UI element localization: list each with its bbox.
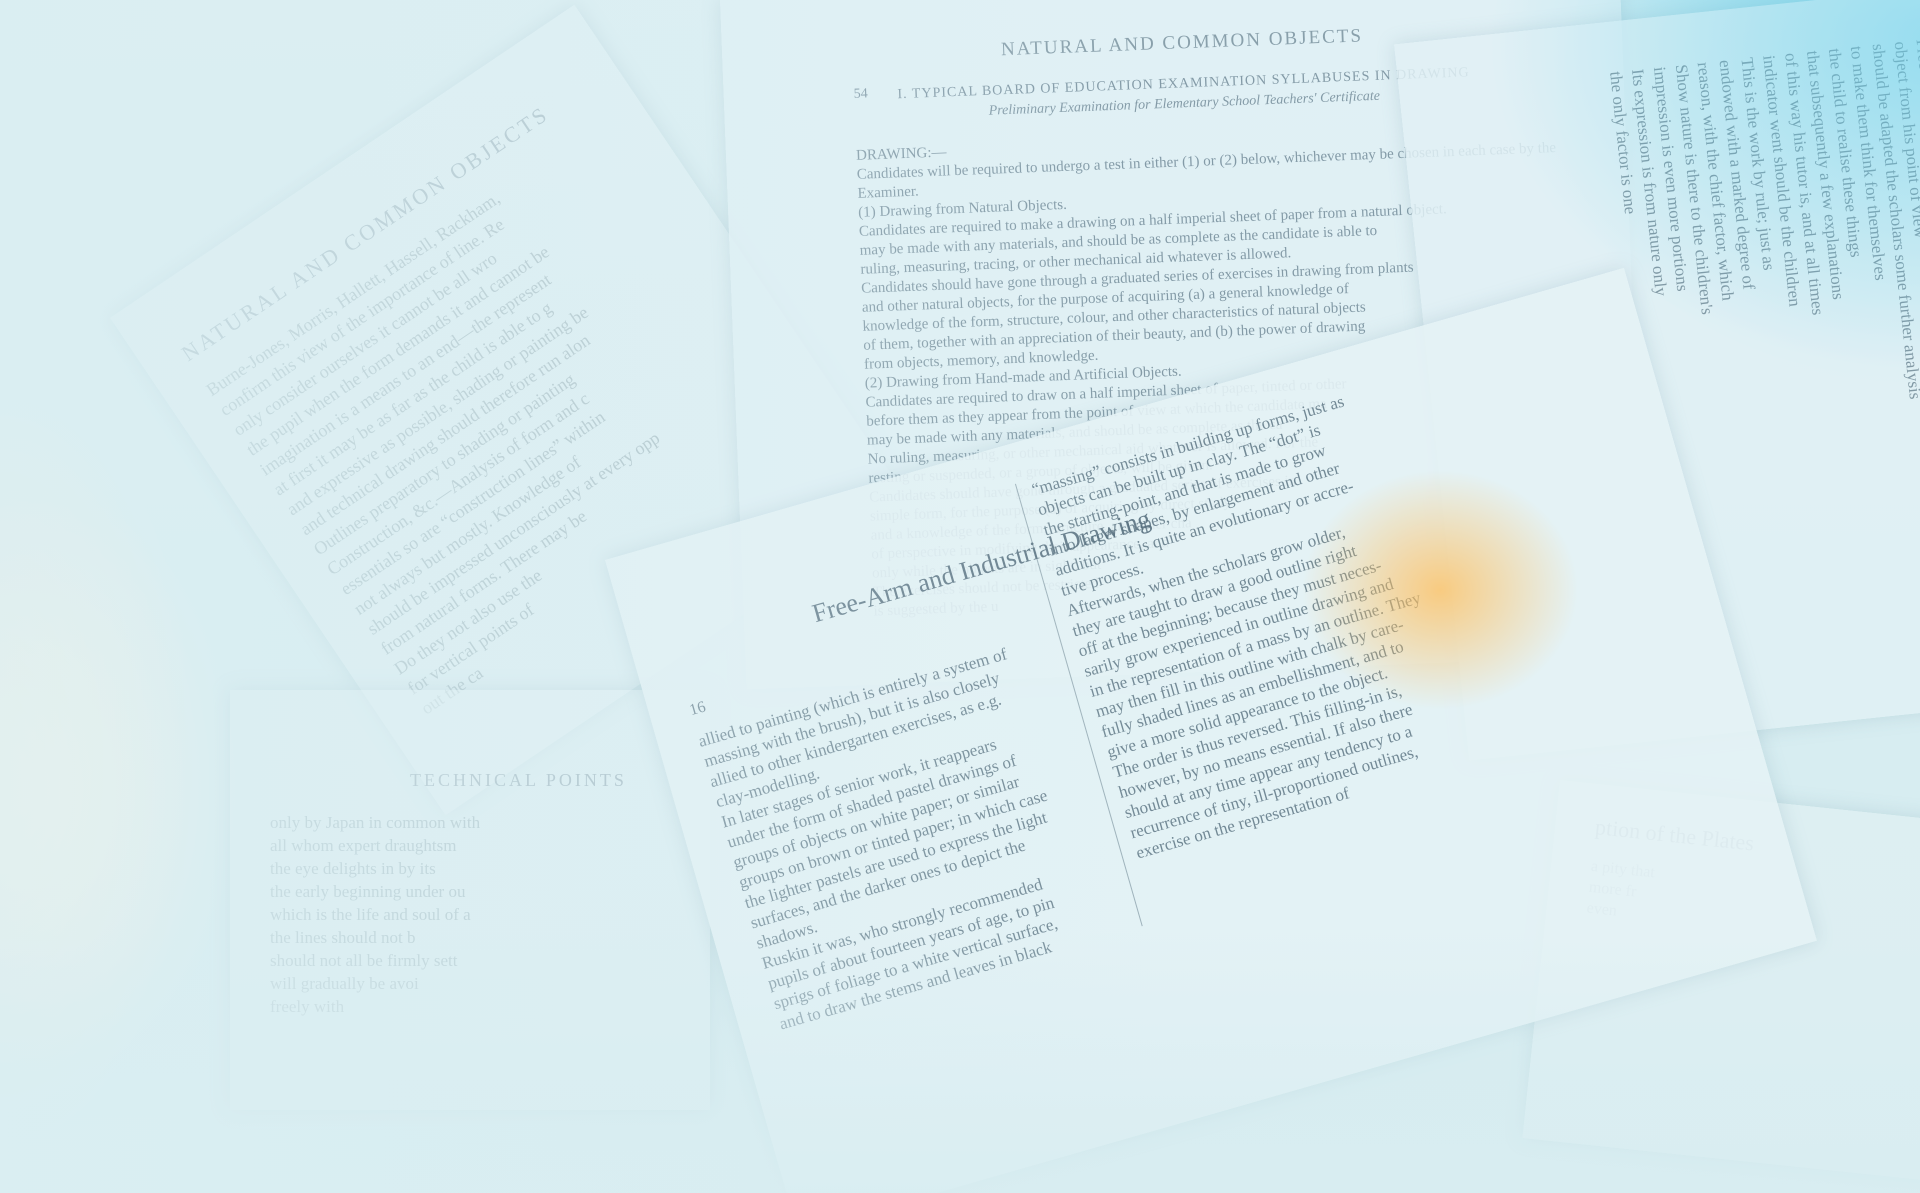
text-line: which is the life and soul of a [270,905,471,924]
page-b-left-column: allied to painting (which is entirely a … [696,630,1138,1035]
page-e-body: only by Japan in common with all whom exp… [270,811,670,1018]
text-line: will gradually be avoi [270,974,419,993]
text-line: should not all be firmly sett [270,951,458,970]
page-a-page-number: 54 [853,86,869,102]
page-e-title: TECHNICAL POINTS [410,770,627,790]
text-line: the lines should not b [270,928,416,947]
page-b-page-number: 16 [687,698,708,720]
text-line: only by Japan in common with [270,813,481,832]
text-line: all whom expert draughtsm [270,836,457,855]
text-line: the eye delights in by its [270,859,436,878]
text-line: the early beginning under ou [270,882,466,901]
page-b-right-column: “massing” consists in building up forms,… [1029,378,1495,864]
cream-light-glow [0,480,240,1100]
scattered-page-technical-points: TECHNICAL POINTS only by Japan in common… [230,690,710,1110]
background-scene: NATURAL AND COMMON OBJECTS Burne-Jones, … [0,0,1920,1193]
text-line: freely with [270,997,345,1016]
